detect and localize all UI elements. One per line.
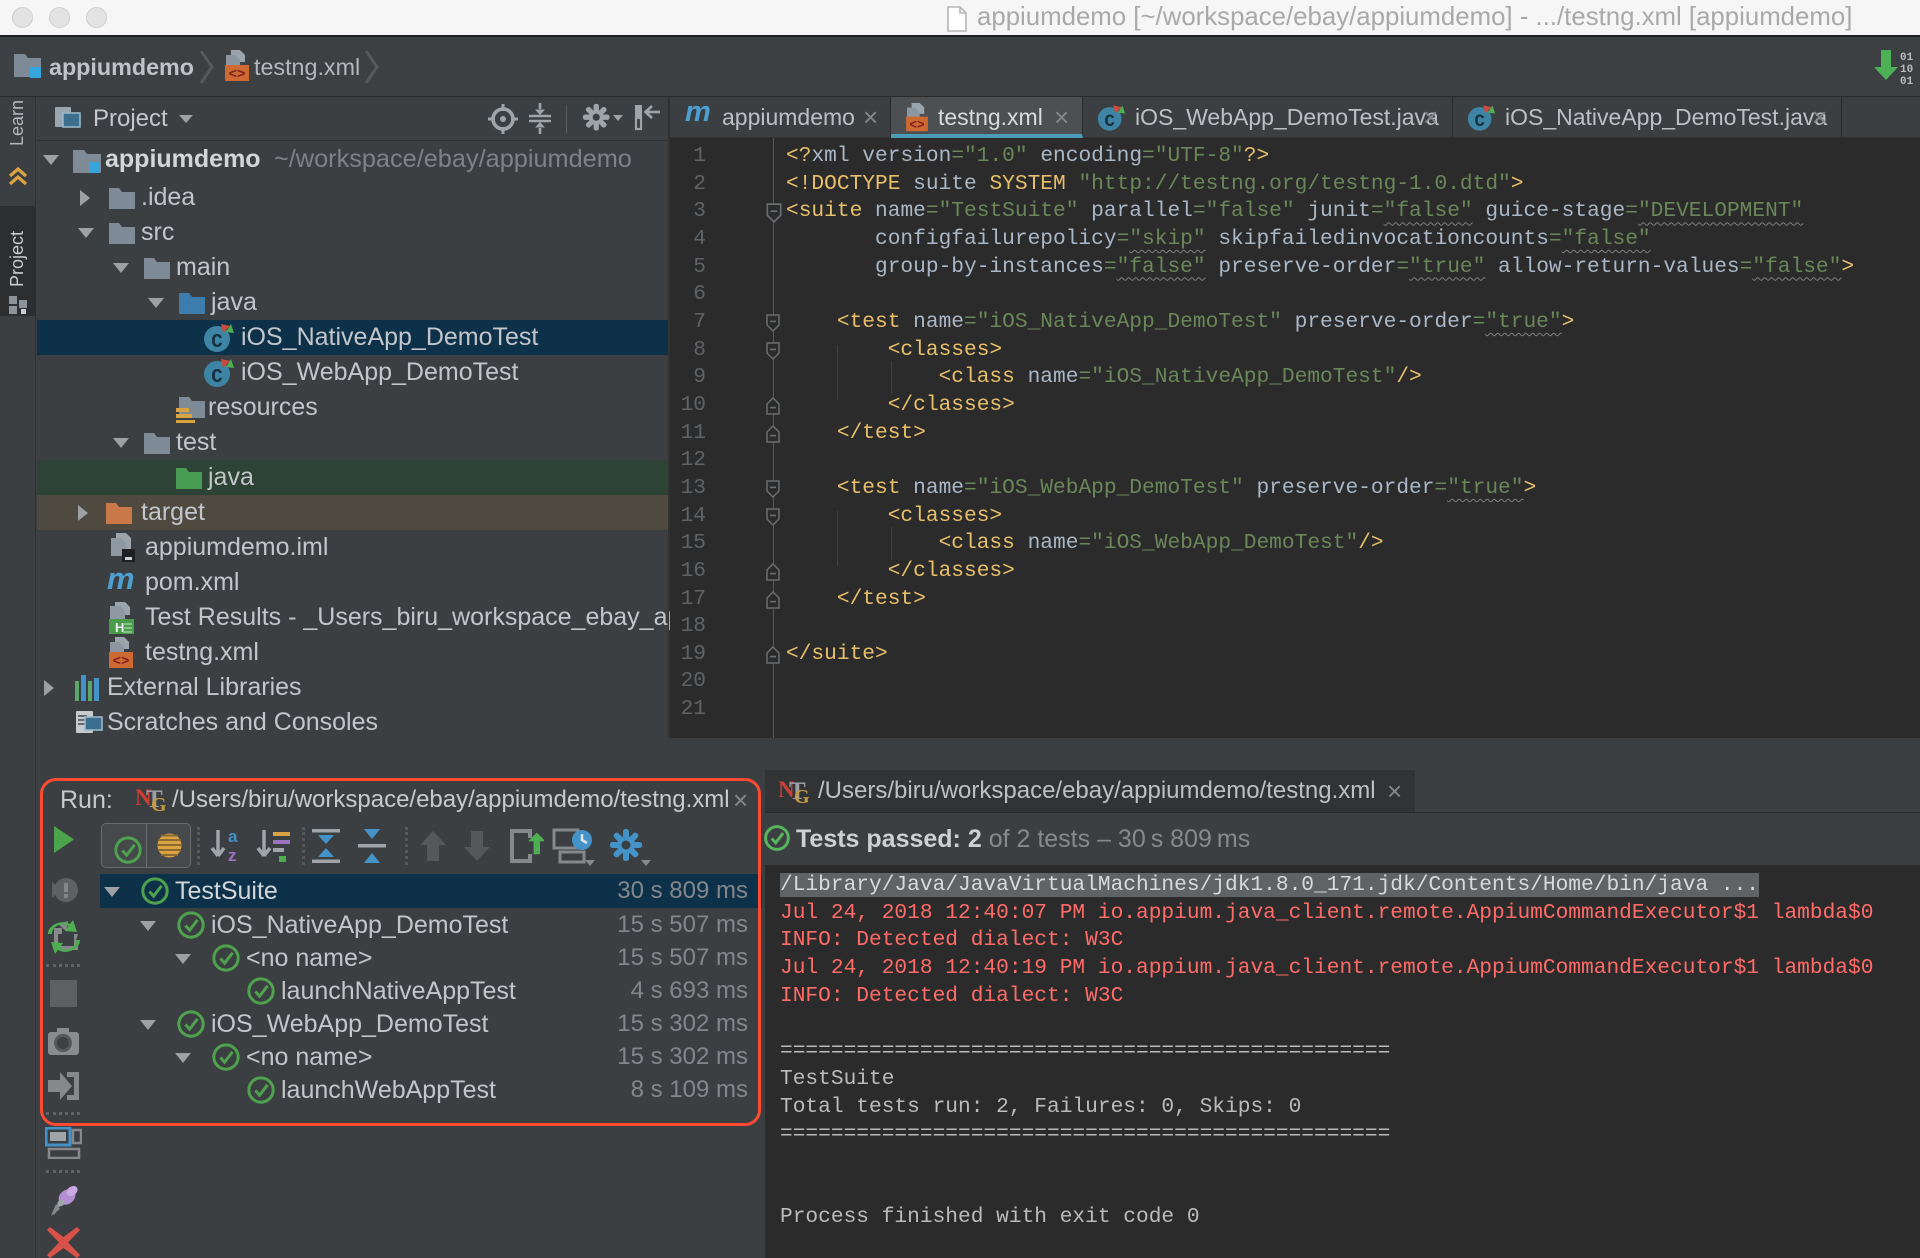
svg-text:10: 10	[1900, 64, 1913, 76]
svg-text:01: 01	[1900, 52, 1914, 64]
svg-text:<>: <>	[229, 67, 246, 83]
svg-text:C: C	[1105, 113, 1115, 132]
svg-text:01: 01	[1900, 76, 1914, 86]
svg-text:<>: <>	[113, 654, 130, 670]
svg-text:C: C	[211, 366, 222, 388]
svg-text:C: C	[211, 331, 222, 353]
svg-text:C: C	[1475, 113, 1485, 132]
svg-text:<>: <>	[909, 117, 924, 132]
svg-text:G: G	[794, 786, 810, 808]
svg-text:H: H	[115, 620, 124, 634]
